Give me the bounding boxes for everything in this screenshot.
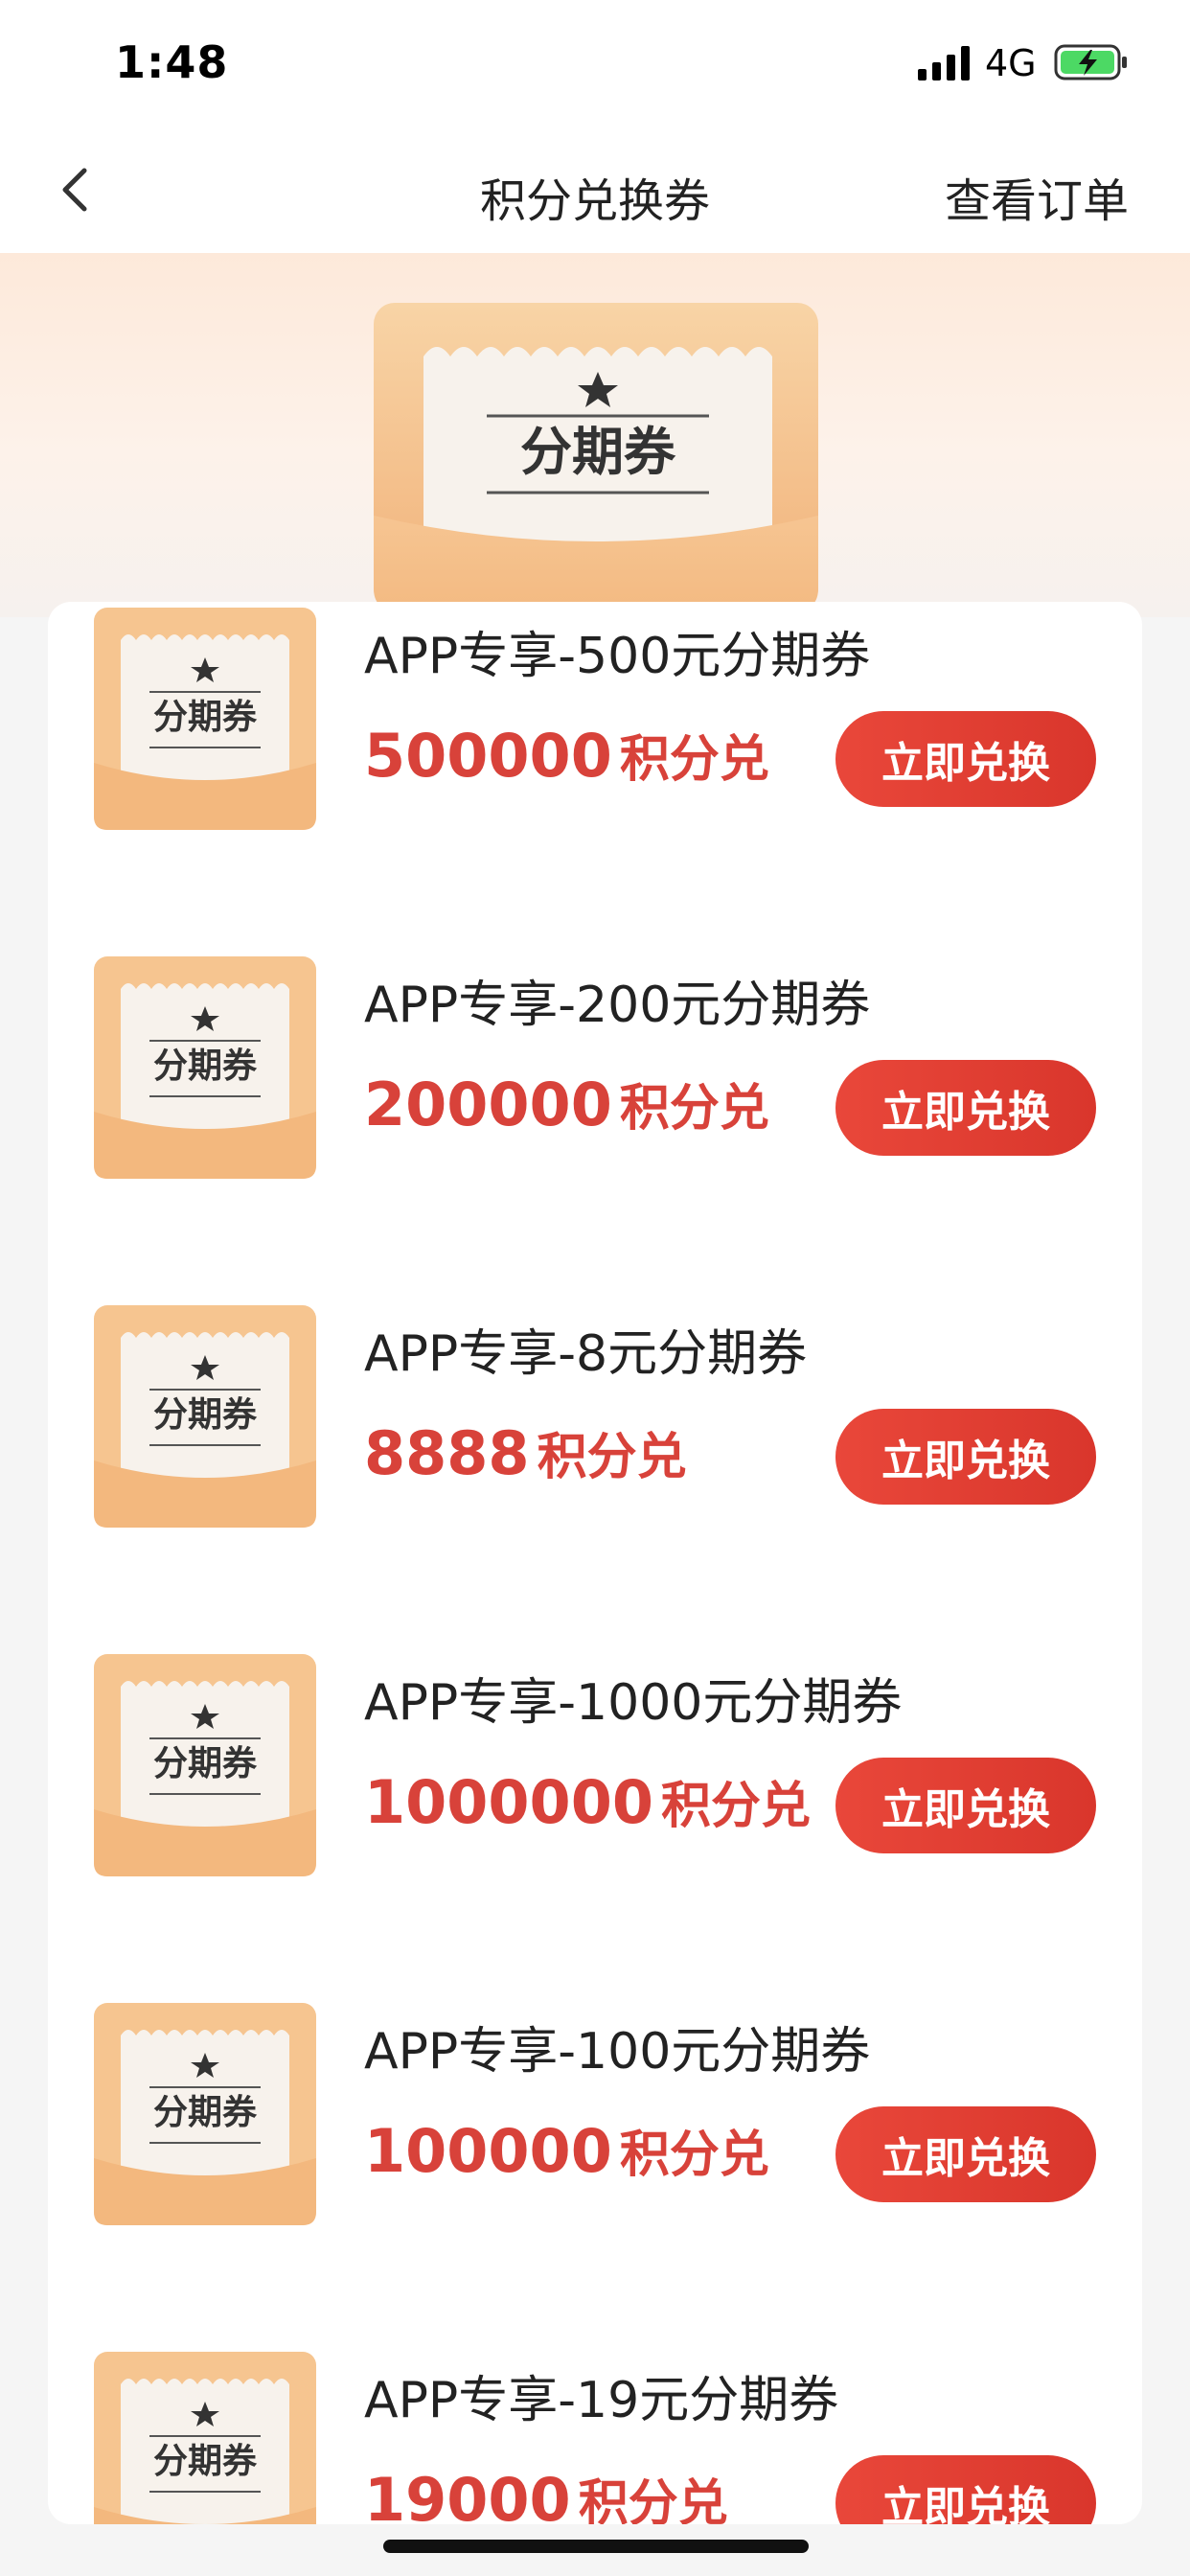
coupon-item: 分期券 APP专享-1000元分期券 1000000 积分兑 立即兑换	[48, 1654, 1142, 2003]
battery-charging-icon	[1054, 44, 1127, 80]
points-value: 500000	[364, 721, 612, 791]
coupon-title: APP专享-19元分期券	[364, 2372, 839, 2429]
network-type: 4G	[985, 42, 1037, 84]
thumb-label: 分期券	[153, 1744, 258, 1783]
points-value: 19000	[364, 2465, 571, 2524]
coupon-price: 1000000 积分兑	[364, 1765, 811, 1837]
redeem-button[interactable]: 立即兑换	[835, 1060, 1096, 1156]
coupon-price: 100000 积分兑	[364, 2114, 769, 2186]
coupon-thumbnail: 分期券	[94, 2352, 316, 2524]
coupon-list: 分期券 APP专享-500元分期券 500000 积分兑 立即兑换 分期券 APP…	[48, 602, 1142, 2524]
coupon-thumbnail: 分期券	[94, 608, 316, 830]
coupon-title: APP专享-500元分期券	[364, 628, 871, 685]
thumb-label: 分期券	[153, 698, 258, 737]
points-value: 8888	[364, 1418, 530, 1488]
coupon-item: 分期券 APP专享-8元分期券 8888 积分兑 立即兑换	[48, 1305, 1142, 1654]
points-value: 100000	[364, 2116, 612, 2186]
coupon-thumbnail: 分期券	[94, 1305, 316, 1528]
redeem-button[interactable]: 立即兑换	[835, 1758, 1096, 1853]
coupon-price: 500000 积分兑	[364, 719, 769, 791]
points-unit: 积分兑	[578, 2475, 728, 2524]
coupon-title: APP专享-1000元分期券	[364, 1674, 903, 1732]
banner-coupon-label: 分期券	[520, 422, 676, 482]
coupon-item: 分期券 APP专享-100元分期券 100000 积分兑 立即兑换	[48, 2003, 1142, 2352]
points-unit: 积分兑	[660, 1778, 811, 1835]
points-value: 200000	[364, 1070, 612, 1139]
redeem-button[interactable]: 立即兑换	[835, 711, 1096, 807]
points-unit: 积分兑	[537, 1429, 687, 1486]
coupon-price: 19000 积分兑	[364, 2463, 728, 2524]
coupon-thumbnail: 分期券	[94, 2003, 316, 2225]
coupon-thumbnail: 分期券	[94, 1654, 316, 1876]
signal-icon	[918, 46, 970, 80]
points-unit: 积分兑	[619, 2127, 769, 2184]
points-unit: 积分兑	[619, 1080, 769, 1138]
coupon-price: 8888 积分兑	[364, 1416, 687, 1488]
coupon-item: 分期券 APP专享-200元分期券 200000 积分兑 立即兑换	[48, 956, 1142, 1305]
coupon-item: 分期券 APP专享-19元分期券 19000 积分兑 立即兑换	[48, 2352, 1142, 2524]
nav-bar: 积分兑换券 查看订单	[0, 126, 1190, 253]
banner: 分期券	[0, 253, 1190, 617]
home-indicator	[383, 2540, 809, 2553]
redeem-button[interactable]: 立即兑换	[835, 2106, 1096, 2202]
redeem-button[interactable]: 立即兑换	[835, 2455, 1096, 2524]
thumb-label: 分期券	[153, 2442, 258, 2481]
coupon-item: 分期券 APP专享-500元分期券 500000 积分兑 立即兑换	[48, 608, 1142, 956]
coupon-thumbnail: 分期券	[94, 956, 316, 1179]
coupon-illustration: 分期券	[374, 303, 818, 610]
coupon-title: APP专享-100元分期券	[364, 2023, 871, 2081]
points-value: 1000000	[364, 1767, 653, 1837]
thumb-label: 分期券	[153, 1046, 258, 1086]
thumb-label: 分期券	[153, 2093, 258, 2132]
coupon-price: 200000 积分兑	[364, 1068, 769, 1139]
status-bar: 1:48 4G	[0, 0, 1190, 126]
coupon-title: APP专享-8元分期券	[364, 1325, 808, 1383]
points-unit: 积分兑	[619, 731, 769, 789]
coupon-title: APP专享-200元分期券	[364, 977, 871, 1034]
status-time: 1:48	[115, 36, 229, 88]
view-orders-link[interactable]: 查看订单	[945, 163, 1129, 230]
thumb-label: 分期券	[153, 1395, 258, 1435]
redeem-button[interactable]: 立即兑换	[835, 1409, 1096, 1505]
